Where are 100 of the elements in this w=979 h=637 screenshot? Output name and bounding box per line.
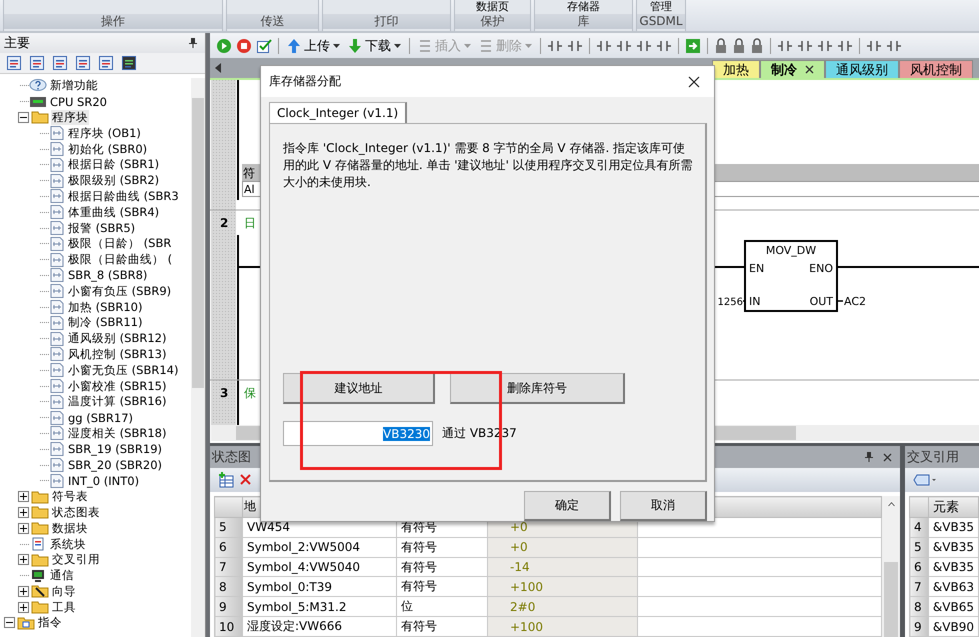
ladder-block-icon xyxy=(49,394,65,409)
ladder-block-icon xyxy=(49,347,65,362)
ladder-block-icon xyxy=(49,442,65,456)
suggest-address-button[interactable]: 建议地址 xyxy=(283,373,435,404)
close-icon[interactable] xyxy=(688,76,700,88)
tree-item[interactable]: 工具 xyxy=(51,600,77,615)
tree-item[interactable]: 符号表 xyxy=(51,489,89,504)
table-cell: Symbol_2:VW5004 xyxy=(242,537,396,558)
ribbon-button[interactable]: 存储器 xyxy=(567,0,600,14)
ribbon-button[interactable]: 管理 xyxy=(650,0,672,14)
expand-toggle[interactable] xyxy=(18,554,29,566)
editor-tab[interactable]: 通风级别 xyxy=(825,60,899,78)
tree-item[interactable]: 状态图表 xyxy=(51,504,101,520)
tree-item[interactable]: 向导 xyxy=(51,584,77,599)
pin-icon[interactable] xyxy=(189,38,197,48)
row-number: 9 xyxy=(214,596,242,617)
lock-icon[interactable] xyxy=(732,38,746,54)
tree-item[interactable]: 小窗有负压 (SBR9) xyxy=(67,284,172,299)
view-icon[interactable] xyxy=(6,55,22,71)
download-button[interactable]: 下载 xyxy=(346,36,403,54)
tree-item[interactable]: 体重曲线 (SBR4) xyxy=(67,204,160,220)
view-icon[interactable] xyxy=(52,55,68,71)
tree-item[interactable]: 数据块 xyxy=(51,520,89,536)
tree-item[interactable]: 极限（日龄） (SBR xyxy=(67,236,172,252)
tree-item[interactable]: 小窗校准 (SBR15) xyxy=(67,378,168,394)
expand-toggle[interactable] xyxy=(18,506,29,518)
tree-item[interactable]: 根据日龄 (SBR1) xyxy=(67,157,160,172)
table-cell: Symbol_5:M31.2 xyxy=(242,596,396,617)
tree-item[interactable]: 初始化 (SBR0) xyxy=(67,142,148,157)
ladder-block-icon xyxy=(49,363,65,378)
tree-item[interactable]: 新增功能 xyxy=(49,78,99,94)
close-icon[interactable] xyxy=(805,65,814,74)
tree-item[interactable]: 系统块 xyxy=(49,536,87,552)
tree-item[interactable]: gg (SBR17) xyxy=(67,410,134,425)
cancel-button[interactable]: 取消 xyxy=(620,491,707,521)
expand-toggle[interactable] xyxy=(18,586,29,597)
dialog-tab[interactable]: Clock_Integer (v1.1) xyxy=(269,102,408,123)
editor-tab[interactable]: 风机控制 xyxy=(899,60,973,78)
ribbon-group-label: 操作 xyxy=(4,14,222,29)
tree-item[interactable]: INT_0 (INT0) xyxy=(67,474,140,488)
row-number: 6 xyxy=(214,537,242,558)
tree-item[interactable]: 通信 xyxy=(49,568,75,584)
tree-item[interactable]: 极限级别 (SBR2) xyxy=(67,173,160,188)
view-icon[interactable] xyxy=(75,55,91,71)
table-cell: Symbol_4:VW5040 xyxy=(242,557,396,577)
tree-item[interactable]: 程序块 xyxy=(51,110,89,125)
scrollbar[interactable] xyxy=(882,496,900,637)
tree-item[interactable]: 湿度相关 (SBR18) xyxy=(67,426,168,441)
upload-button[interactable]: 上传 xyxy=(285,36,342,54)
table-cell: &VB35 xyxy=(928,537,978,558)
ladder-block-icon xyxy=(49,189,65,204)
lock-icon[interactable] xyxy=(714,38,728,54)
editor-tab[interactable]: 加热 xyxy=(712,60,760,78)
network-number: 2 xyxy=(220,216,228,230)
tree-item[interactable]: SBR_20 (SBR20) xyxy=(67,458,164,472)
expand-toggle[interactable] xyxy=(18,112,29,123)
tree-item[interactable]: SBR_19 (SBR19) xyxy=(67,442,164,456)
checklist-icon[interactable] xyxy=(256,38,272,54)
expand-toggle[interactable] xyxy=(18,491,29,502)
tree-item[interactable]: 小窗无负压 (SBR14) xyxy=(67,362,180,378)
ladder-block-icon xyxy=(49,300,65,314)
down-arrow-icon xyxy=(348,38,362,54)
tree-item[interactable]: 指令 xyxy=(37,615,63,630)
run-icon[interactable] xyxy=(216,38,232,54)
ok-button[interactable]: 确定 xyxy=(524,491,611,521)
view-icon[interactable] xyxy=(29,55,45,71)
ladder-block-icon xyxy=(49,458,65,472)
scroll-left-icon[interactable] xyxy=(214,63,222,73)
expand-toggle[interactable] xyxy=(4,617,15,628)
tree-item[interactable]: CPU SR20 xyxy=(49,94,108,109)
scroll-up-icon[interactable] xyxy=(886,502,896,506)
add-table-icon[interactable] xyxy=(218,472,236,488)
tree-item[interactable]: 风机控制 (SBR13) xyxy=(67,346,168,362)
tree-item[interactable]: 根据日龄曲线 (SBR3 xyxy=(67,188,180,204)
wand-icon xyxy=(31,584,49,598)
ribbon-button[interactable]: 数据页 xyxy=(476,0,509,14)
address-field[interactable]: VB3230 xyxy=(283,421,433,446)
scrollbar[interactable] xyxy=(191,78,205,637)
tree-item[interactable]: 加热 (SBR10) xyxy=(67,300,144,315)
tree-item[interactable]: 报警 (SBR5) xyxy=(67,220,136,236)
delete-symbols-button[interactable]: 删除库符号 xyxy=(450,373,625,404)
tree-item[interactable]: SBR_8 (SBR8) xyxy=(67,268,148,282)
expand-toggle[interactable] xyxy=(18,602,29,613)
editor-tab[interactable]: 制冷 xyxy=(760,60,825,78)
tree-item[interactable]: 程序块 (OB1) xyxy=(67,126,142,141)
table-cell: -14 xyxy=(488,557,638,577)
pin-icon[interactable] xyxy=(865,452,873,462)
view-icon[interactable] xyxy=(121,55,137,71)
row-number: 7 xyxy=(214,557,242,577)
tree-item[interactable]: 温度计算 (SBR16) xyxy=(67,394,168,410)
expand-toggle[interactable] xyxy=(18,522,29,534)
table-cell: 湿度设定:VW666 xyxy=(242,616,396,636)
tag-icon[interactable] xyxy=(913,474,937,486)
tree-item[interactable]: 制冷 (SBR11) xyxy=(67,315,144,330)
lock-icon[interactable] xyxy=(750,38,764,54)
tree-item[interactable]: 极限（日龄曲线） ( xyxy=(67,252,174,268)
view-icon[interactable] xyxy=(98,55,114,71)
stop-icon[interactable] xyxy=(236,38,252,54)
tree-item[interactable]: 交叉引用 xyxy=(51,552,101,568)
tree-item[interactable]: 通风级别 (SBR12) xyxy=(67,331,168,346)
